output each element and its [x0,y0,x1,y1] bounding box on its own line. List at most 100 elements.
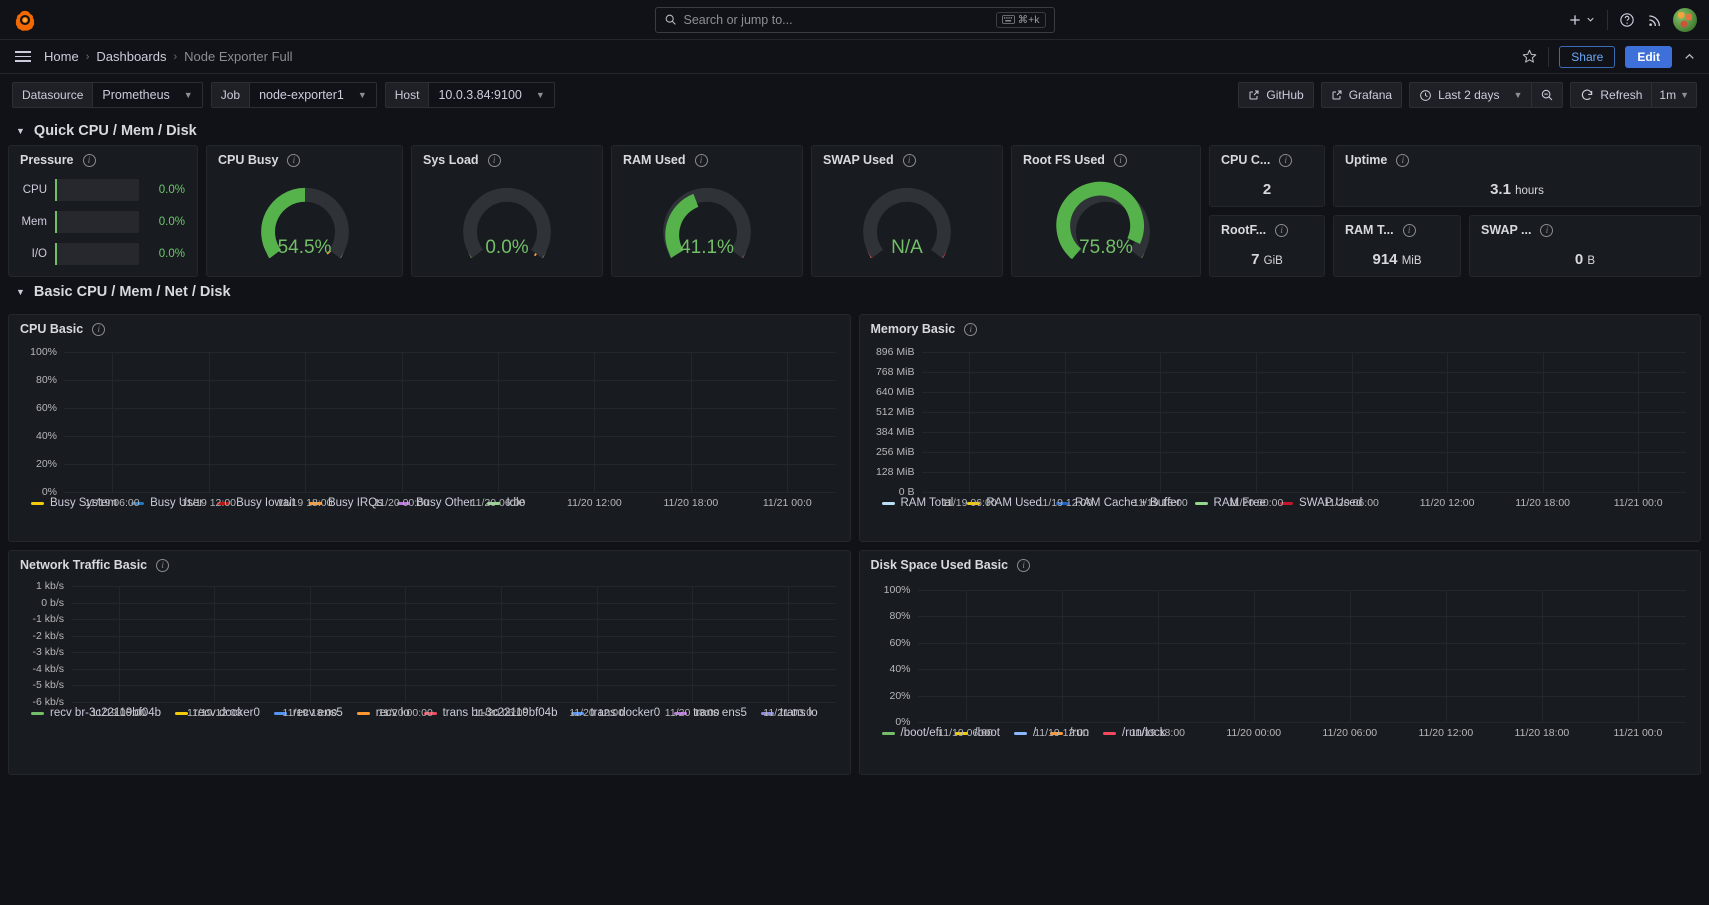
x-axis-tick-label: 11/19 06:00 [938,727,993,739]
breadcrumb-separator: › [173,50,178,63]
x-axis-tick-label: 11/20 00:00 [378,707,433,719]
chevron-down-icon: ▼ [357,90,367,100]
variable-datasource: Datasource Prometheus ▼ [12,82,203,108]
edit-button[interactable]: Edit [1625,45,1672,68]
stat-number: 914 [1372,251,1398,268]
external-link-icon [1332,90,1342,100]
row-header-quick-cpu-mem-disk[interactable]: ▼ Quick CPU / Mem / Disk [0,116,1709,145]
panel-title-row: RAM Used i [612,146,802,169]
info-icon[interactable]: i [287,153,301,167]
stat-number: 7 [1251,251,1260,268]
y-axis-tick-label: 20% [889,689,911,702]
gauge-value-ram-used: 41.1% [680,237,734,258]
info-icon[interactable]: i [156,558,170,572]
chart-plot-network-traffic-basic[interactable]: -6 kb/s -5 kb/s -4 kb/s -3 kb/s -2 kb/s -1 kb… [32,580,836,719]
gauge-swap-used: N/A [845,169,969,265]
info-icon[interactable]: i [92,322,106,336]
chart-plot-disk-space-used-basic[interactable]: 0% 20% 40% 60% 80% 100% 11/19 06:00 11/19 12:00… [884,584,1686,739]
hamburger-menu-icon[interactable] [12,48,34,65]
grafana-link-button[interactable]: Grafana [1320,82,1403,108]
info-icon[interactable]: i [1540,223,1554,237]
gridline-vertical [787,586,789,702]
gridline-vertical [1064,352,1066,492]
variable-datasource-select[interactable]: Prometheus ▼ [92,82,203,108]
row-header-basic-cpu-mem-net-disk[interactable]: ▼ Basic CPU / Mem / Net / Disk [0,277,1709,306]
gridline-horizontal [71,602,836,604]
gridline-vertical [208,352,210,492]
gridline-vertical [1638,352,1640,492]
panel-rootfs-total: RootF... i 7 GiB [1209,215,1325,277]
breadcrumb-item-home[interactable]: Home [44,49,79,64]
gridline-horizontal [917,616,1686,618]
y-axis-tick-label: 80% [889,610,911,623]
variable-job-select[interactable]: node-exporter1 ▼ [249,82,377,108]
legend-swatch [31,711,44,715]
y-axis-tick-label: -1 kb/s [32,613,64,626]
grafana-logo-icon[interactable] [12,7,38,33]
legend-item[interactable]: /boot/efi [881,727,941,739]
info-icon[interactable]: i [1279,153,1293,167]
x-axis-tick-label: 11/20 18:00 [664,707,720,719]
avatar[interactable] [1673,7,1697,32]
y-axis-tick-label: 100% [883,584,911,596]
chart-plot-cpu-basic[interactable]: 0% 20% 40% 60% 80% 100% 11/19 06:00 11/19 12:00… [30,346,836,509]
gridline-vertical [1349,590,1351,722]
panel-swap-total: SWAP ... i 0 B [1469,215,1701,277]
info-icon[interactable]: i [694,153,708,167]
refresh-button[interactable]: Refresh [1570,82,1652,108]
x-axis-tick-label: 11/20 06:00 [1324,497,1379,509]
y-axis-tick-label: 384 MiB [875,426,915,438]
gridline-vertical [1542,352,1544,492]
info-icon[interactable]: i [902,153,916,167]
panel-cpu-cores: CPU C... i 2 [1209,145,1325,207]
news-rss-icon[interactable] [1646,12,1662,28]
x-axis-tick-label: 11/20 12:00 [569,707,624,719]
chevron-down-icon: ▼ [16,287,25,297]
info-icon[interactable]: i [1113,153,1127,167]
info-icon[interactable]: i [1017,558,1031,572]
info-icon[interactable]: i [82,153,96,167]
gridline-vertical [214,586,216,702]
zoom-out-time-button[interactable] [1531,82,1564,108]
small-stats-top-row: CPU C... i 2 Uptime i 3.1 hours [1209,145,1701,207]
timeseries-row-a: CPU Basic i 0% 20% 40% 60% 80% 100% 11/19 06:0… [0,306,1709,542]
panel-title-row: SWAP ... i [1470,216,1700,239]
refresh-interval-select[interactable]: 1m ▼ [1651,82,1697,108]
y-axis-tick-label: -3 kb/s [32,646,64,659]
gridline-vertical [112,352,114,492]
variable-host-select[interactable]: 10.0.3.84:9100 ▼ [428,82,555,108]
chart-plot-memory-basic[interactable]: 0 B 128 MiB 256 MiB 384 MiB 512 MiB 640 MiB 76… [876,346,1686,509]
info-icon[interactable]: i [487,153,501,167]
gridline-horizontal [917,669,1686,671]
github-link-button[interactable]: GitHub [1238,82,1314,108]
gridline-horizontal [921,352,1686,353]
share-button[interactable]: Share [1559,45,1616,68]
pressure-value-cpu: 0.0% [158,184,185,196]
chevron-down-icon: ▼ [1513,90,1523,100]
help-circle-icon[interactable] [1619,12,1635,28]
breadcrumb-item-dashboards[interactable]: Dashboards [96,49,166,64]
time-range-picker[interactable]: Last 2 days ▼ [1409,82,1532,108]
chevron-up-icon[interactable] [1682,49,1697,64]
gridline-vertical [969,352,971,492]
gridline-horizontal [921,432,1686,433]
new-menu-button[interactable] [1567,12,1596,28]
panel-title-row: Network Traffic Basic i [9,551,850,574]
gauge-sys-load: 0.0% [445,169,569,265]
gauge-container: 75.8% [1012,169,1200,265]
info-icon[interactable]: i [1396,153,1410,167]
legend-item[interactable]: / [1014,727,1036,739]
stat-value-cpu-cores: 2 [1210,169,1324,198]
gridline-horizontal [921,492,1686,493]
search-input[interactable]: Search or jump to... ⌘+k [654,6,1055,33]
stat-number: 0 [1574,251,1584,268]
row-title: Basic CPU / Mem / Net / Disk [33,284,231,300]
info-icon[interactable]: i [964,322,978,336]
gridline-vertical [1447,352,1449,492]
panel-title: Network Traffic Basic [20,558,148,572]
info-icon[interactable]: i [1275,223,1289,237]
star-outline-icon[interactable] [1521,48,1538,65]
panel-title: Disk Space Used Basic [870,558,1009,572]
info-icon[interactable]: i [1402,223,1416,237]
x-axis-tick-label: 11/20 18:00 [1514,727,1570,739]
